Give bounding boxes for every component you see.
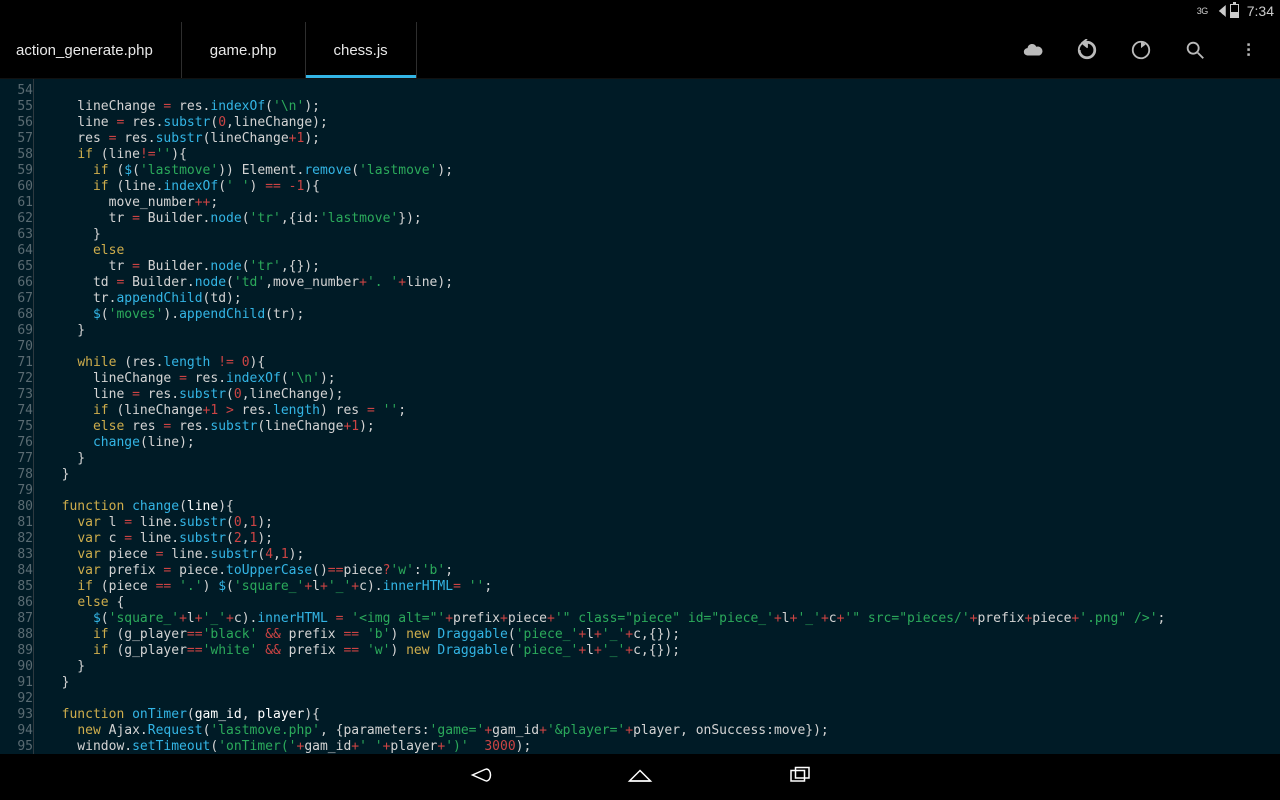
- search-icon[interactable]: [1184, 39, 1206, 61]
- system-nav-bar: [0, 754, 1280, 800]
- line-gutter: 54 55 56 57 58 59 60 61 62 63 64 65 66 6…: [0, 79, 34, 754]
- tab-label: game.php: [210, 42, 277, 59]
- undo-icon[interactable]: [1076, 39, 1098, 61]
- tab-game-php[interactable]: game.php: [182, 22, 306, 78]
- tab-label: chess.js: [334, 42, 388, 59]
- clock: 7:34: [1247, 3, 1274, 19]
- tab-action-generate[interactable]: action_generate.php: [8, 22, 182, 78]
- back-icon[interactable]: [465, 763, 495, 791]
- home-icon[interactable]: [625, 763, 655, 791]
- recent-icon[interactable]: [785, 763, 815, 791]
- overflow-icon[interactable]: [1238, 39, 1260, 61]
- signal-icon: [1212, 5, 1226, 17]
- tab-bar: action_generate.php game.php chess.js: [0, 22, 1280, 78]
- redo-icon[interactable]: [1130, 39, 1152, 61]
- status-bar: 3G 7:34: [0, 0, 1280, 22]
- toolbar-actions: [1022, 22, 1272, 78]
- network-label: 3G: [1197, 6, 1208, 16]
- cloud-icon[interactable]: [1022, 39, 1044, 61]
- battery-icon: [1230, 4, 1239, 18]
- editor: 54 55 56 57 58 59 60 61 62 63 64 65 66 6…: [0, 78, 1280, 754]
- tab-label: action_generate.php: [16, 42, 153, 59]
- code-area[interactable]: lineChange = res.indexOf('\n'); line = r…: [34, 79, 1280, 754]
- tab-chess-js[interactable]: chess.js: [306, 22, 417, 78]
